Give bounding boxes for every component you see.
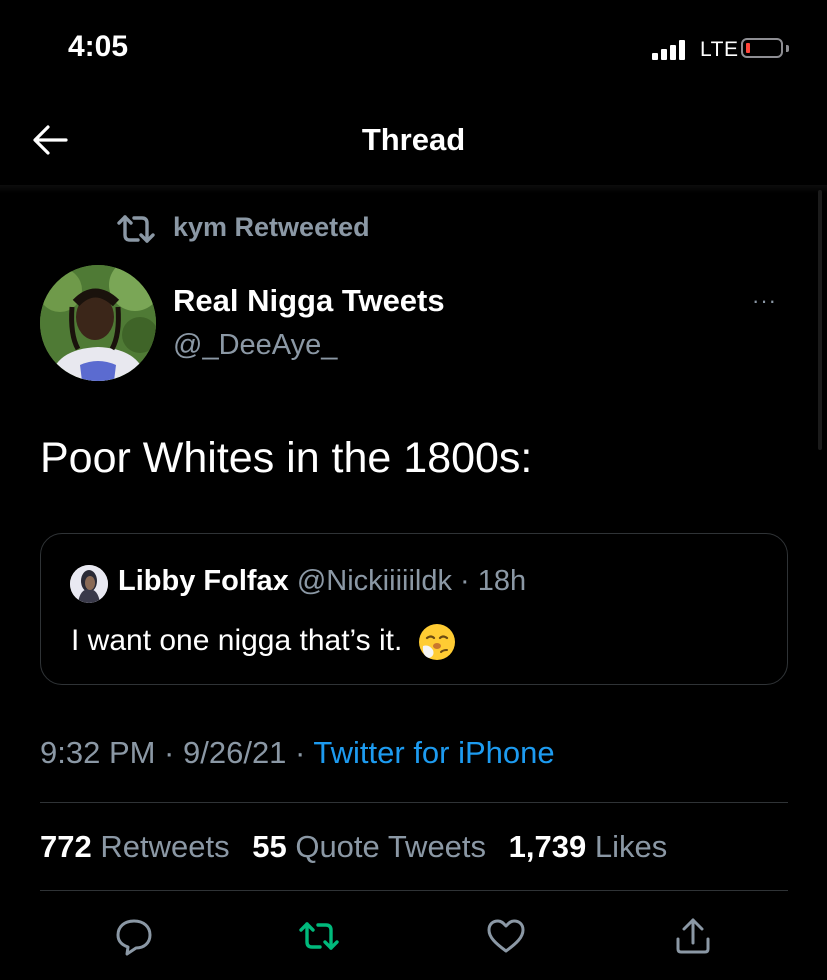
retweet-context-icon [116, 214, 156, 244]
avatar[interactable] [40, 265, 156, 381]
reply-icon[interactable] [113, 915, 155, 957]
signal-strength-icon [652, 40, 685, 60]
author-handle[interactable]: @_DeeAye_ [173, 329, 337, 362]
quoted-avatar [70, 565, 108, 603]
retweets-label: Retweets [100, 829, 230, 864]
tweet-stats: 772 Retweets 55 Quote Tweets 1,739 Likes [40, 829, 681, 865]
quotes-count: 55 [252, 829, 287, 864]
quote-tweets-stat[interactable]: 55 Quote Tweets [252, 829, 486, 864]
tweet-source-link[interactable]: Twitter for iPhone [313, 735, 554, 770]
sneezing-face-icon [417, 622, 457, 662]
share-icon[interactable] [672, 915, 714, 957]
likes-stat[interactable]: 1,739 Likes [509, 829, 668, 864]
header-divider [0, 185, 827, 193]
quoted-header: Libby Folfax @Nickiiiiildk · 18h [118, 565, 526, 598]
author-display-name[interactable]: Real Nigga Tweets [173, 283, 445, 319]
retweet-icon[interactable] [298, 915, 340, 957]
network-type: LTE [700, 38, 739, 61]
divider [40, 802, 788, 803]
quoted-time: · 18h [451, 565, 527, 597]
quoted-text-line: I want one nigga that’s it. [71, 622, 457, 662]
tweet-timestamp: 9:32 PM · 9/26/21 · [40, 735, 314, 770]
quoted-tweet-card[interactable] [40, 533, 788, 685]
retweets-stat[interactable]: 772 Retweets [40, 829, 230, 864]
page-title: Thread [361, 122, 466, 157]
more-options-icon[interactable]: ··· [752, 288, 777, 314]
quotes-label: Quote Tweets [295, 829, 487, 864]
likes-label: Likes [594, 829, 668, 864]
status-time: 4:05 [68, 30, 129, 63]
scrollbar[interactable] [818, 190, 822, 450]
tweet-timestamp-line: 9:32 PM · 9/26/21 · Twitter for iPhone [40, 735, 555, 771]
battery-cap [786, 45, 789, 52]
battery-icon [741, 38, 783, 58]
divider [40, 890, 788, 891]
heart-icon[interactable] [485, 915, 527, 957]
quoted-text: I want one nigga that’s it. [71, 623, 403, 657]
likes-count: 1,739 [508, 829, 587, 864]
retweets-count: 772 [40, 829, 92, 864]
quoted-handle: @Nickiiiiildk [288, 565, 452, 597]
quoted-display-name: Libby Folfax [118, 565, 289, 597]
tweet-text: Poor Whites in the 1800s: [40, 434, 533, 482]
retweet-context-label[interactable]: kym Retweeted [173, 212, 370, 243]
